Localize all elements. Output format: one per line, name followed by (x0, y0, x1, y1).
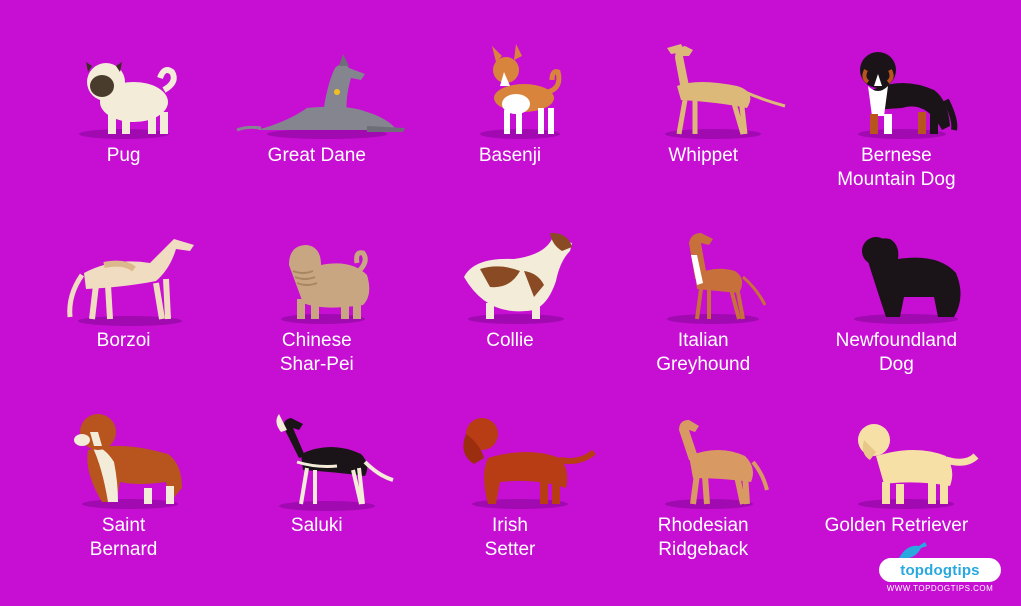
breed-label: Chinese Shar-Pei (279, 330, 354, 375)
italian-greyhound-illustration (613, 215, 793, 327)
breed-label: Basenji (478, 145, 542, 166)
breed-card-collie: Collie (413, 215, 606, 400)
rhodesian-ridgeback-illustration (613, 400, 793, 512)
bernese-mountain-dog-illustration (806, 30, 986, 142)
great-dane-illustration (227, 30, 407, 142)
breed-label: Saluki (290, 515, 343, 536)
breed-card-bernese-mountain-dog: Bernese Mountain Dog (800, 30, 993, 215)
breed-label: Golden Retriever (824, 515, 969, 536)
logo-url: WWW.TOPDOGTIPS.COM (886, 584, 994, 593)
breed-card-great-dane: Great Dane (220, 30, 413, 215)
breed-card-basenji: Basenji (413, 30, 606, 215)
saluki-illustration (227, 400, 407, 512)
breed-grid: Pug Great Dane Basenji Whippet Bernese M… (27, 30, 993, 590)
breed-label: Newfoundland Dog (835, 330, 958, 375)
breed-label: Italian Greyhound (656, 330, 751, 375)
breed-card-italian-greyhound: Italian Greyhound (607, 215, 800, 400)
golden-retriever-illustration (806, 400, 986, 512)
saint-bernard-illustration (34, 400, 214, 512)
breed-label: Rhodesian Ridgeback (657, 515, 749, 560)
basenji-illustration (420, 30, 600, 142)
chinese-shar-pei-illustration (227, 215, 407, 327)
breed-card-saluki: Saluki (220, 400, 413, 590)
breed-label: Bernese Mountain Dog (837, 145, 956, 190)
breed-label: Collie (486, 330, 534, 351)
breed-card-irish-setter: Irish Setter (413, 400, 606, 590)
collie-illustration (420, 215, 600, 327)
breed-card-saint-bernard: Saint Bernard (27, 400, 220, 590)
breed-card-pug: Pug (27, 30, 220, 215)
breed-card-whippet: Whippet (607, 30, 800, 215)
topdogtips-logo[interactable]: topdogtips WWW.TOPDOGTIPS.COM (879, 542, 1001, 593)
logo-wordmark: topdogtips (879, 558, 1001, 582)
breed-label: Pug (106, 145, 141, 166)
breed-label: Irish Setter (484, 515, 536, 560)
breed-label: Saint Bernard (89, 515, 158, 560)
breed-card-borzoi: Borzoi (27, 215, 220, 400)
breed-label: Borzoi (96, 330, 151, 351)
breed-label: Great Dane (267, 145, 366, 166)
borzoi-illustration (34, 215, 214, 327)
irish-setter-illustration (420, 400, 600, 512)
pug-illustration (34, 30, 214, 142)
breed-card-chinese-shar-pei: Chinese Shar-Pei (220, 215, 413, 400)
whippet-illustration (613, 30, 793, 142)
breed-card-newfoundland-dog: Newfoundland Dog (800, 215, 993, 400)
newfoundland-dog-illustration (806, 215, 986, 327)
breed-label: Whippet (668, 145, 739, 166)
breed-card-rhodesian-ridgeback: Rhodesian Ridgeback (607, 400, 800, 590)
